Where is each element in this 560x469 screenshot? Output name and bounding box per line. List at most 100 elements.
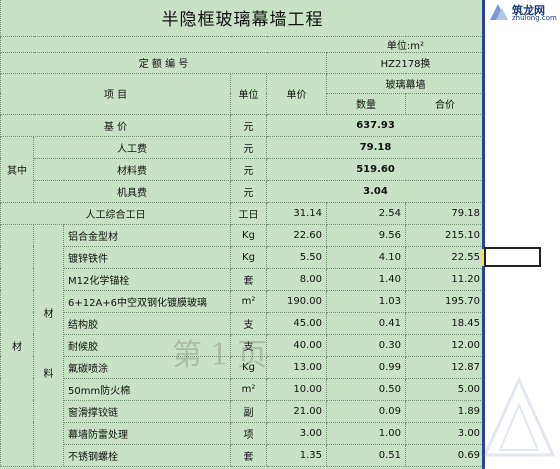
material-price: 8.00 (266, 267, 327, 291)
qty-header: 数量 (326, 92, 406, 115)
material-qty: 9.56 (326, 223, 406, 247)
table-row: 镀锌铁件 Kg 5.50 4.10 22.55 (1, 245, 484, 269)
unit-header: 单位 (230, 72, 267, 115)
material-qty: 1.40 (326, 267, 406, 291)
total-header: 合价 (404, 92, 484, 115)
quota-label: 定 额 编 号 (0, 51, 327, 74)
material-fee-unit: 元 (230, 157, 267, 181)
material-unit: m² (230, 289, 267, 313)
material-outer-label: 材 (0, 223, 34, 467)
labor-fee-unit: 元 (230, 135, 267, 159)
table-row: 不锈钢螺栓套 1.35 0.51 0.69 (1, 443, 484, 467)
material-total: 22.55 (404, 245, 484, 269)
material-total: 215.10 (404, 223, 484, 247)
material-total: 12.87 (404, 355, 484, 379)
material-total: 5.00 (404, 377, 484, 401)
material-total: 195.70 (404, 289, 484, 313)
material-total: 18.45 (404, 311, 484, 335)
labor-row-price: 31.14 (266, 201, 327, 225)
group-header: 玻璃幕墙 (325, 72, 484, 94)
material-name: 幕墙防雷处理 (63, 421, 231, 445)
material-qty: 1.00 (326, 421, 406, 445)
item-header: 项 目 (0, 72, 231, 115)
logo-sub: zhulong.com (512, 14, 557, 22)
material-name: 镀锌铁件 (63, 245, 231, 269)
material-fee-label: 材料费 (33, 157, 231, 181)
labor-fee-label: 人工费 (33, 135, 231, 159)
quota-code: HZ2178换 (325, 51, 484, 74)
machine-fee-label: 机具费 (33, 179, 231, 203)
labor-row-total: 79.18 (404, 201, 484, 225)
material-fee-value: 519.60 (265, 157, 484, 181)
material-qty: 0.41 (326, 311, 406, 335)
base-price-label: 基 价 (0, 113, 231, 137)
table-row: 6+12A+6中空双钢化镀膜玻璃 m² 190.00 1.03 195.70 (1, 289, 484, 313)
material-qty: 4.10 (326, 245, 406, 269)
labor-row-label: 人工综合工日 (0, 201, 231, 225)
material-price: 22.60 (266, 223, 327, 247)
material-price: 3.00 (266, 421, 327, 445)
table-title: 半隐框玻璃幕墙工程 (0, 0, 484, 37)
material-price: 40.00 (266, 333, 327, 357)
material-unit: Kg (230, 245, 267, 269)
material-total: 3.00 (404, 421, 484, 445)
material-price: 13.00 (266, 355, 327, 379)
material-name: 50mm防火棉 (63, 377, 231, 401)
selected-cell[interactable] (484, 247, 541, 267)
table-row: 窗滑撑铰链副 21.00 0.09 1.89 (1, 399, 484, 423)
base-price-unit: 元 (230, 113, 267, 137)
material-price: 10.00 (266, 377, 327, 401)
table-row: 材材料铝合金型材 Kg 22.60 9.56 215.10 (0, 223, 484, 467)
material-name: 铝合金型材 (63, 223, 231, 247)
spreadsheet: 半隐框玻璃幕墙工程 单位:m² 定 额 编 号 HZ2178换 项 目 单位 单… (0, 0, 484, 469)
unit-label: 单位:m² (0, 35, 484, 53)
material-total: 12.00 (404, 333, 484, 357)
materials-body: 材材料铝合金型材 Kg 22.60 9.56 215.10 镀锌铁件 Kg 5.50 4.10 2… (0, 223, 484, 467)
material-qty: 0.99 (326, 355, 406, 379)
table-row: 结构胶支 45.00 0.41 18.45 (1, 311, 484, 335)
material-name: 不锈钢螺栓 (63, 443, 231, 467)
material-price: 1.35 (266, 443, 327, 467)
table-row: 幕墙防雷处理项 3.00 1.00 3.00 (1, 421, 484, 445)
material-name: 窗滑撑铰链 (63, 399, 231, 423)
material-unit: 支 (230, 311, 267, 335)
price-header: 单价 (266, 72, 327, 115)
material-unit: m² (230, 377, 267, 401)
material-total: 1.89 (404, 399, 484, 423)
material-price: 190.00 (266, 289, 327, 313)
material-qty: 0.30 (326, 333, 406, 357)
material-unit: Kg (230, 355, 267, 379)
table-row: M12化学锚栓套 8.00 1.40 11.20 (1, 267, 484, 291)
qizhong-label: 其中 (0, 135, 34, 203)
material-name: 氟碳喷涂 (63, 355, 231, 379)
material-unit: 支 (230, 333, 267, 357)
material-qty: 0.51 (326, 443, 406, 467)
material-qty: 1.03 (326, 289, 406, 313)
material-qty: 0.50 (326, 377, 406, 401)
material-unit: 套 (230, 443, 267, 467)
material-inner-top: 材 (43, 309, 54, 320)
labor-row-unit: 工日 (230, 201, 267, 225)
material-name: 结构胶 (63, 311, 231, 335)
corner-watermark-icon (482, 376, 556, 457)
material-unit: 套 (230, 267, 267, 291)
quota-table: 半隐框玻璃幕墙工程 单位:m² 定 额 编 号 HZ2178换 项 目 单位 单… (0, 0, 484, 467)
material-total: 11.20 (404, 267, 484, 291)
table-row: 耐候胶支 40.00 0.30 12.00 (1, 333, 484, 357)
labor-fee-value: 79.18 (265, 135, 484, 159)
material-inner-bottom: 料 (43, 369, 54, 380)
material-total: 0.69 (404, 443, 484, 467)
material-name: 耐候胶 (63, 333, 231, 357)
material-inner-label: 材料 (33, 223, 64, 467)
material-unit: Kg (230, 223, 267, 247)
base-price-value: 637.93 (265, 113, 484, 137)
material-name: 6+12A+6中空双钢化镀膜玻璃 (63, 289, 231, 313)
material-qty: 0.09 (326, 399, 406, 423)
machine-fee-value: 3.04 (265, 179, 484, 203)
material-name: M12化学锚栓 (63, 267, 231, 291)
table-row: 氟碳喷涂 Kg 13.00 0.99 12.87 (1, 355, 484, 379)
labor-row-qty: 2.54 (326, 201, 406, 225)
material-price: 45.00 (266, 311, 327, 335)
material-unit: 项 (230, 421, 267, 445)
machine-fee-unit: 元 (230, 179, 267, 203)
